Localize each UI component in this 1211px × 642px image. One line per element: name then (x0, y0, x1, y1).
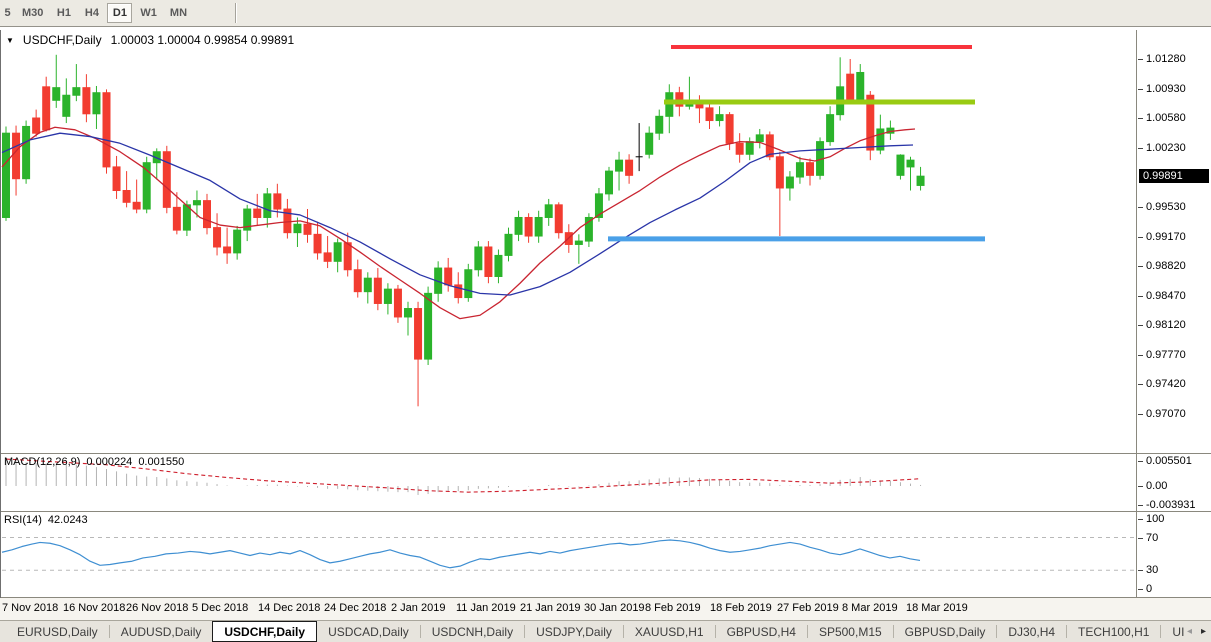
symbol-tab-EURUSD-Daily[interactable]: EURUSD,Daily (6, 621, 109, 642)
rsi-label: RSI(14) 42.0243 (4, 514, 88, 526)
macd-tick-0.00: 0.00 (1146, 480, 1167, 492)
macd-value: 0.000224 (86, 456, 132, 468)
rsi-tick-30-tick (1138, 570, 1143, 571)
date-label: 2 Jan 2019 (391, 602, 445, 614)
date-label: 16 Nov 2018 (63, 602, 125, 614)
date-label: 21 Jan 2019 (520, 602, 581, 614)
price-tick-0.97070-tick (1138, 414, 1143, 415)
symbol-tab-SP500-M15[interactable]: SP500,M15 (808, 621, 893, 642)
date-label: 18 Mar 2019 (906, 602, 968, 614)
symbol-tab-XAUUSD-H1[interactable]: XAUUSD,H1 (624, 621, 715, 642)
macd-tick-0.005501-tick (1138, 461, 1143, 462)
rsi-value: 42.0243 (48, 514, 88, 526)
date-label: 5 Dec 2018 (192, 602, 248, 614)
price-tick-0.98470-tick (1138, 296, 1143, 297)
macd-tick--0.003931-tick (1138, 505, 1143, 506)
price-tick-1.01280-tick (1138, 59, 1143, 60)
price-tick-0.97420-tick (1138, 384, 1143, 385)
date-label: 30 Jan 2019 (584, 602, 645, 614)
price-tick-0.99530-tick (1138, 207, 1143, 208)
price-tick-1.00930-tick (1138, 89, 1143, 90)
macd-indicator-name: MACD(12,26,9) (4, 456, 80, 468)
date-label: 18 Feb 2019 (710, 602, 772, 614)
price-tick-0.98470: 0.98470 (1146, 290, 1186, 302)
price-tick-1.00930: 1.00930 (1146, 83, 1186, 95)
symbol-tab-GBPUSD-H4[interactable]: GBPUSD,H4 (716, 621, 807, 642)
price-tick-0.97770: 0.97770 (1146, 349, 1186, 361)
price-tick-0.98820-tick (1138, 266, 1143, 267)
price-tick-1.00230-tick (1138, 148, 1143, 149)
rsi-indicator-name: RSI(14) (4, 514, 42, 526)
symbol-tab-DJ30-H4[interactable]: DJ30,H4 (997, 621, 1066, 642)
price-tick-0.98120: 0.98120 (1146, 319, 1186, 331)
chart-canvas[interactable] (0, 0, 1211, 642)
symbol-tab-GBPUSD-Daily[interactable]: GBPUSD,Daily (894, 621, 997, 642)
date-label: 8 Feb 2019 (645, 602, 701, 614)
date-label: 26 Nov 2018 (126, 602, 188, 614)
price-tick-0.99530: 0.99530 (1146, 201, 1186, 213)
macd-tick-0.005501: 0.005501 (1146, 455, 1192, 467)
date-label: 27 Feb 2019 (777, 602, 839, 614)
rsi-tick-100-tick (1138, 519, 1143, 520)
tab-scroll-right-icon[interactable]: ▸ (1201, 626, 1206, 637)
date-label: 14 Dec 2018 (258, 602, 320, 614)
price-tick-1.00580: 1.00580 (1146, 112, 1186, 124)
rsi-tick-100: 100 (1146, 513, 1164, 525)
macd-label: MACD(12,26,9) 0.000224 0.001550 (4, 456, 184, 468)
chart-title: ▼ USDCHF,Daily 1.00003 1.00004 0.99854 0… (6, 33, 294, 47)
chart-dropdown-icon[interactable]: ▼ (6, 36, 14, 45)
symbol-tabbar: EURUSD,DailyAUDUSD,DailyUSDCHF,DailyUSDC… (0, 620, 1211, 642)
macd-signal-value: 0.001550 (138, 456, 184, 468)
trading-terminal-window: 5M30H1H4D1W1MN ▼ USDCHF,Daily 1.00003 1.… (0, 0, 1211, 642)
price-tick-0.97770-tick (1138, 355, 1143, 356)
price-tick-0.98820: 0.98820 (1146, 260, 1186, 272)
chart-ohlc-values: 1.00003 1.00004 0.99854 0.99891 (111, 33, 295, 47)
tab-scroll-arrows: ◂ ▸ (1187, 620, 1208, 642)
price-tick-0.99170: 0.99170 (1146, 231, 1186, 243)
rsi-tick-0-tick (1138, 589, 1143, 590)
tab-scroll-left-icon[interactable]: ◂ (1187, 626, 1192, 637)
current-price-badge: 0.99891 (1139, 169, 1209, 183)
symbol-tab-USDCNH-Daily[interactable]: USDCNH,Daily (421, 621, 524, 642)
date-label: 8 Mar 2019 (842, 602, 898, 614)
chart-symbol-label: USDCHF,Daily (23, 33, 102, 47)
symbol-tab-USDCHF-Daily[interactable]: USDCHF,Daily (212, 621, 317, 642)
rsi-tick-70-tick (1138, 538, 1143, 539)
rsi-tick-30: 30 (1146, 564, 1158, 576)
date-label: 24 Dec 2018 (324, 602, 386, 614)
price-tick-1.01280: 1.01280 (1146, 53, 1186, 65)
date-label: 7 Nov 2018 (2, 602, 58, 614)
date-label: 11 Jan 2019 (456, 602, 516, 614)
symbol-tab-USDCAD-Daily[interactable]: USDCAD,Daily (317, 621, 420, 642)
price-tick-0.97420: 0.97420 (1146, 378, 1186, 390)
symbol-tab-AUDUSD-Daily[interactable]: AUDUSD,Daily (110, 621, 213, 642)
macd-tick-0.00-tick (1138, 486, 1143, 487)
rsi-tick-0: 0 (1146, 583, 1152, 595)
macd-tick--0.003931: -0.003931 (1146, 499, 1196, 511)
symbol-tab-TECH100-H1[interactable]: TECH100,H1 (1067, 621, 1160, 642)
symbol-tab-USDJPY-Daily[interactable]: USDJPY,Daily (525, 621, 623, 642)
price-tick-0.98120-tick (1138, 325, 1143, 326)
price-tick-1.00230: 1.00230 (1146, 142, 1186, 154)
price-tick-1.00580-tick (1138, 118, 1143, 119)
price-tick-0.97070: 0.97070 (1146, 408, 1186, 420)
price-tick-0.99170-tick (1138, 237, 1143, 238)
rsi-tick-70: 70 (1146, 532, 1158, 544)
